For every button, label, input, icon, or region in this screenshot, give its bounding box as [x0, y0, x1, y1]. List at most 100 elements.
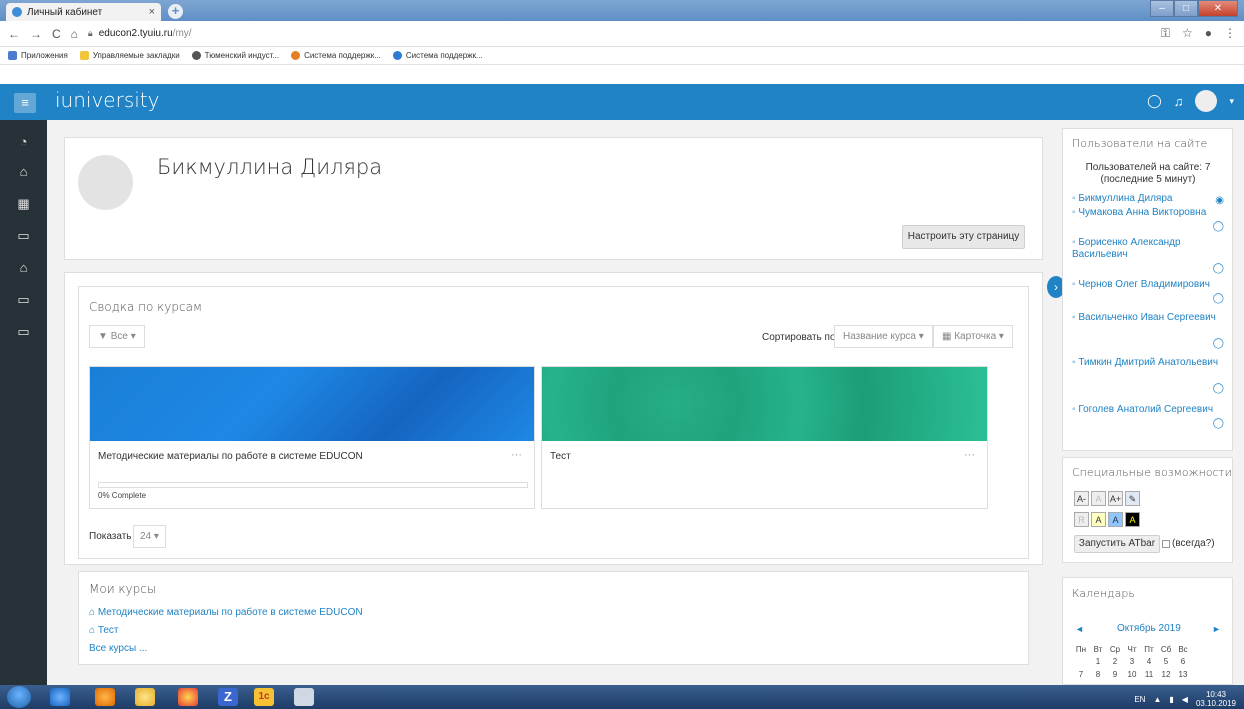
messages-icon[interactable]: ◯	[1147, 93, 1162, 109]
graduation-cap-icon[interactable]: ⌂	[0, 260, 47, 275]
decrease-text-button[interactable]: A-	[1074, 491, 1089, 506]
document-app-icon[interactable]	[294, 688, 314, 706]
folder-nav-icon[interactable]: ▭	[0, 292, 47, 308]
always-option[interactable]: (всегда?)	[1162, 538, 1215, 549]
course-title[interactable]: Тест	[550, 451, 571, 462]
blue-scheme-button[interactable]: A	[1108, 512, 1123, 527]
calendar-day[interactable]: 3	[1125, 657, 1139, 666]
calendar-day[interactable]: 13	[1176, 670, 1190, 679]
show-count-dropdown[interactable]: 24 ▾	[133, 525, 166, 548]
message-icon[interactable]: ◯	[1213, 221, 1224, 233]
calendar-day[interactable]: 11	[1142, 670, 1156, 679]
volume-icon[interactable]: ◀	[1182, 695, 1188, 704]
minimize-icon[interactable]: –	[1150, 0, 1174, 17]
forward-icon[interactable]: →	[30, 27, 42, 41]
new-tab-button[interactable]: +	[168, 4, 183, 19]
launch-atbar-button[interactable]: Запустить ATbar	[1074, 535, 1160, 553]
profile-icon[interactable]: ●	[1205, 26, 1212, 41]
bookmark-managed[interactable]: Управляемые закладки	[79, 51, 180, 60]
bookmark-2[interactable]: Система поддержк...	[291, 51, 381, 60]
home-nav-icon[interactable]: ⌂	[0, 164, 47, 179]
course-card[interactable]: Методические материалы по работе в систе…	[89, 366, 535, 509]
calendar-day[interactable]: 7	[1074, 670, 1088, 679]
chrome-icon[interactable]	[178, 688, 198, 706]
maximize-icon[interactable]: □	[1174, 0, 1198, 17]
calendar-day[interactable]: 2	[1108, 657, 1122, 666]
back-icon[interactable]: ←	[8, 27, 20, 41]
dark-scheme-button[interactable]: A	[1125, 512, 1140, 527]
course-card[interactable]: Тест ···	[541, 366, 988, 509]
eye-icon[interactable]: ◉	[1215, 195, 1224, 207]
sort-dropdown[interactable]: Название курса ▾	[834, 325, 933, 348]
calendar-nav-icon[interactable]: ▦	[0, 196, 47, 212]
folder-nav-icon[interactable]: ▭	[0, 228, 47, 244]
message-icon[interactable]: ◯	[1213, 263, 1224, 275]
calendar-day[interactable]: 8	[1091, 670, 1105, 679]
bookmark-3[interactable]: Система поддержк...	[392, 51, 483, 60]
customize-page-button[interactable]: Настроить эту страницу	[902, 225, 1025, 249]
online-user[interactable]: ◦ Гоголев Анатолий Сергеевич ◯	[1072, 404, 1224, 429]
reset-colour-button[interactable]: R	[1074, 512, 1089, 527]
menu-dots-icon[interactable]: ⋮	[1224, 26, 1236, 41]
calendar-day[interactable]: 1	[1091, 657, 1105, 666]
online-user[interactable]: ◦ Чернов Олег Владимирович ◯	[1072, 279, 1224, 304]
home-icon[interactable]: ⌂	[71, 27, 78, 41]
my-course-link[interactable]: ⌂ Методические материалы по работе в сис…	[89, 607, 363, 618]
online-user[interactable]: ◦ Тимкин Дмитрий Анатольевич ◯	[1072, 357, 1224, 394]
increase-text-button[interactable]: A+	[1108, 491, 1123, 506]
course-menu-dots-icon[interactable]: ···	[511, 449, 522, 461]
tab-close-icon[interactable]: ×	[149, 6, 155, 18]
prev-month-icon[interactable]: ◄	[1075, 624, 1084, 634]
view-dropdown[interactable]: ▦ Карточка ▾	[933, 325, 1013, 348]
message-icon[interactable]: ◯	[1213, 338, 1224, 350]
message-icon[interactable]: ◯	[1213, 293, 1224, 305]
star-icon[interactable]: ☆	[1182, 26, 1193, 41]
course-title[interactable]: Методические материалы по работе в систе…	[98, 451, 363, 462]
always-checkbox[interactable]	[1162, 539, 1170, 548]
browser-tab[interactable]: Личный кабинет ×	[6, 3, 161, 21]
window-close-icon[interactable]: ✕	[1198, 0, 1238, 17]
online-user[interactable]: ◦ Борисенко Александр Васильевич ◯	[1072, 237, 1224, 274]
online-user[interactable]: ◦ Чумакова Анна Викторовна ◯	[1072, 207, 1224, 232]
calendar-day[interactable]: 10	[1125, 670, 1139, 679]
language-indicator[interactable]: EN	[1134, 695, 1145, 704]
calendar-day[interactable]: 4	[1142, 657, 1156, 666]
notifications-bell-icon[interactable]: ♫	[1174, 94, 1184, 109]
next-month-icon[interactable]: ►	[1212, 624, 1221, 634]
course-image[interactable]	[90, 367, 534, 441]
tray-arrow-icon[interactable]: ▲	[1153, 695, 1161, 704]
ie-browser-icon[interactable]	[50, 688, 70, 706]
key-icon[interactable]: ⚿	[1161, 26, 1170, 41]
hamburger-menu-icon[interactable]: ≡	[14, 93, 36, 113]
clock[interactable]: 10:43 03.10.2019	[1196, 690, 1236, 708]
folder-nav-icon[interactable]: ▭	[0, 324, 47, 340]
course-image[interactable]	[542, 367, 987, 441]
online-user[interactable]: ◦ Васильченко Иван Сергеевич ◯	[1072, 312, 1224, 349]
all-courses-link[interactable]: Все курсы ...	[89, 643, 147, 654]
yellow-scheme-button[interactable]: A	[1091, 512, 1106, 527]
explorer-folder-icon[interactable]	[135, 688, 155, 706]
filter-dropdown[interactable]: ▼ Все ▾	[89, 325, 145, 348]
reload-icon[interactable]: C	[52, 27, 61, 41]
site-brand[interactable]: iuniversity	[55, 88, 159, 112]
user-avatar[interactable]	[1195, 90, 1218, 112]
message-icon[interactable]: ◯	[1213, 418, 1224, 430]
calendar-day[interactable]: 12	[1159, 670, 1173, 679]
z-app-icon[interactable]: Z	[218, 688, 238, 706]
my-course-link[interactable]: ⌂ Тест	[89, 625, 119, 636]
message-icon[interactable]: ◯	[1213, 383, 1224, 395]
url-field[interactable]: 🔒︎ educon2.tyuiu.ru/my/	[88, 28, 192, 39]
user-menu-chevron-icon[interactable]: ▾	[1229, 96, 1234, 107]
spellcheck-icon[interactable]: ✎	[1125, 491, 1140, 506]
course-menu-dots-icon[interactable]: ···	[964, 449, 975, 461]
dashboard-icon[interactable]: ◔	[0, 134, 47, 149]
online-user[interactable]: ◦ Бикмуллина Диляра ◉	[1072, 193, 1224, 207]
calendar-day[interactable]: 9	[1108, 670, 1122, 679]
1c-app-icon[interactable]: 1c	[254, 688, 274, 706]
calendar-day[interactable]: 6	[1176, 657, 1190, 666]
bookmark-1[interactable]: Тюменский индуст...	[191, 51, 279, 60]
calendar-day[interactable]: 5	[1159, 657, 1173, 666]
reset-text-button[interactable]: A	[1091, 491, 1106, 506]
network-icon[interactable]: ▮	[1169, 695, 1173, 704]
bookmark-apps[interactable]: Приложения	[8, 51, 68, 60]
